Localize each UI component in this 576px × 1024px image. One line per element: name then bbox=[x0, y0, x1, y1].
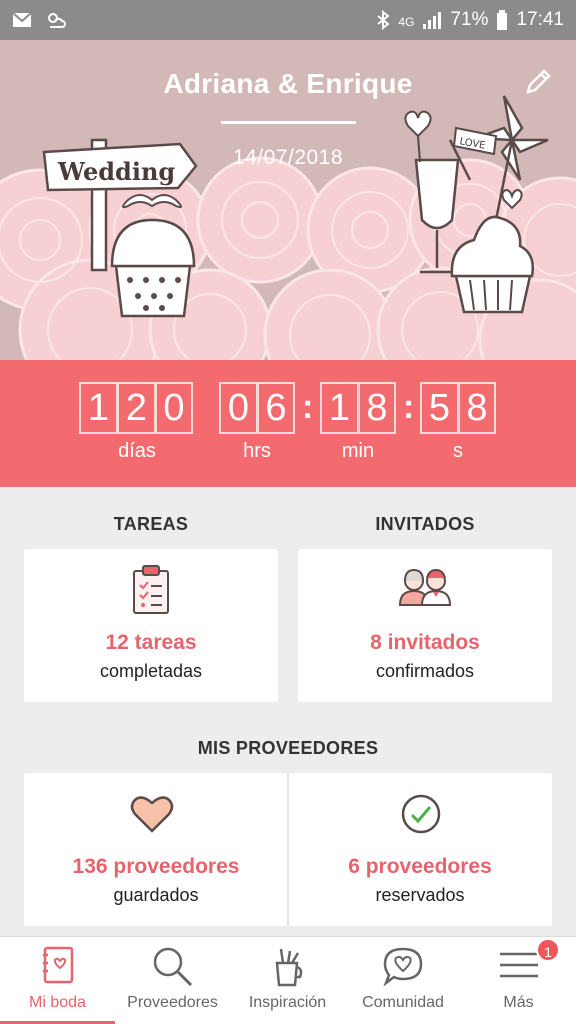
weather-icon bbox=[48, 13, 66, 28]
notebook-icon bbox=[42, 946, 73, 984]
vendors-title: MIS PROVEEDORES bbox=[197, 738, 379, 758]
nav-label: Comunidad bbox=[362, 994, 444, 1011]
status-bar: 4G 71% 17:41 bbox=[0, 0, 576, 40]
couple-icon bbox=[398, 568, 452, 606]
guests-title: INVITADOS bbox=[375, 514, 475, 534]
couple-names: Adriana & Enrique bbox=[163, 68, 413, 99]
seconds-digits: 5 8 bbox=[420, 382, 496, 434]
nav-label: Más bbox=[503, 994, 534, 1011]
days-digit: 0 bbox=[155, 382, 193, 434]
battery-percent: 71% bbox=[450, 9, 489, 30]
saved-caption: guardados bbox=[113, 885, 199, 905]
hours-digit: 0 bbox=[219, 382, 257, 434]
vendors-card: 136 proveedores guardados 6 proveedores … bbox=[24, 773, 552, 926]
nav-label: Proveedores bbox=[127, 994, 218, 1011]
tasks-caption: completadas bbox=[99, 661, 203, 681]
hours-digit: 6 bbox=[257, 382, 295, 434]
clock: 17:41 bbox=[516, 9, 564, 30]
booked-vendors[interactable]: 6 proveedores reservados bbox=[288, 773, 552, 926]
signal-icon bbox=[423, 12, 442, 29]
pencil-cup-icon bbox=[275, 948, 302, 987]
nav-label: Mi boda bbox=[29, 994, 86, 1011]
nav-mi-boda[interactable]: Mi boda bbox=[0, 937, 115, 1024]
minutes-digits: 1 8 bbox=[320, 382, 396, 434]
countdown-timer: 1 2 0 0 6 : 1 8 : 5 8 días hrs min s bbox=[0, 360, 576, 487]
booked-caption: reservados bbox=[375, 885, 465, 905]
colon-separator: : bbox=[403, 388, 415, 426]
hours-digits: 0 6 bbox=[219, 382, 295, 434]
notification-badge: 1 bbox=[536, 938, 560, 962]
edit-button[interactable] bbox=[522, 66, 554, 98]
heart-icon bbox=[130, 796, 174, 833]
minutes-digit: 1 bbox=[320, 382, 358, 434]
search-icon bbox=[153, 947, 192, 987]
days-label: días bbox=[118, 440, 156, 462]
saved-vendors[interactable]: 136 proveedores guardados bbox=[24, 773, 288, 926]
colon-separator: : bbox=[302, 388, 314, 426]
battery-icon bbox=[497, 10, 508, 30]
nav-comunidad[interactable]: Comunidad bbox=[345, 937, 461, 1024]
guests-count: 8 invitados bbox=[370, 631, 480, 654]
chat-heart-icon bbox=[383, 947, 423, 987]
seconds-digit: 5 bbox=[420, 382, 458, 434]
minutes-digit: 8 bbox=[358, 382, 396, 434]
tasks-title: TAREAS bbox=[113, 514, 189, 534]
saved-count: 136 proveedores bbox=[72, 855, 240, 878]
tasks-card[interactable]: 12 tareas completadas bbox=[24, 549, 278, 702]
days-digits: 1 2 0 bbox=[79, 382, 193, 434]
check-circle-icon bbox=[401, 794, 441, 834]
nav-proveedores[interactable]: Proveedores bbox=[115, 937, 230, 1024]
bottom-navigation: Mi boda Proveedores Inspiración Comunida… bbox=[0, 936, 576, 1024]
clipboard-icon bbox=[133, 565, 169, 614]
hours-label: hrs bbox=[243, 440, 271, 462]
network-type: 4G bbox=[398, 15, 415, 29]
seconds-digit: 8 bbox=[458, 382, 496, 434]
booked-count: 6 proveedores bbox=[348, 855, 492, 878]
pencil-icon bbox=[526, 69, 551, 94]
wedding-hero: Wedding LOVE Adriana & Enrique 14/07/201… bbox=[0, 40, 576, 360]
days-digit: 2 bbox=[117, 382, 155, 434]
guests-caption: confirmados bbox=[375, 661, 475, 681]
seconds-label: s bbox=[453, 440, 463, 462]
tasks-count: 12 tareas bbox=[105, 631, 197, 654]
wedding-date: 14/07/2018 bbox=[232, 146, 344, 169]
minutes-label: min bbox=[341, 440, 375, 462]
guests-card[interactable]: 8 invitados confirmados bbox=[298, 549, 552, 702]
title-divider bbox=[221, 121, 356, 124]
nav-inspiracion[interactable]: Inspiración bbox=[230, 937, 345, 1024]
days-digit: 1 bbox=[79, 382, 117, 434]
menu-icon bbox=[499, 952, 538, 978]
bluetooth-icon bbox=[377, 10, 391, 30]
nav-label: Inspiración bbox=[248, 994, 327, 1011]
mail-icon bbox=[12, 12, 32, 27]
